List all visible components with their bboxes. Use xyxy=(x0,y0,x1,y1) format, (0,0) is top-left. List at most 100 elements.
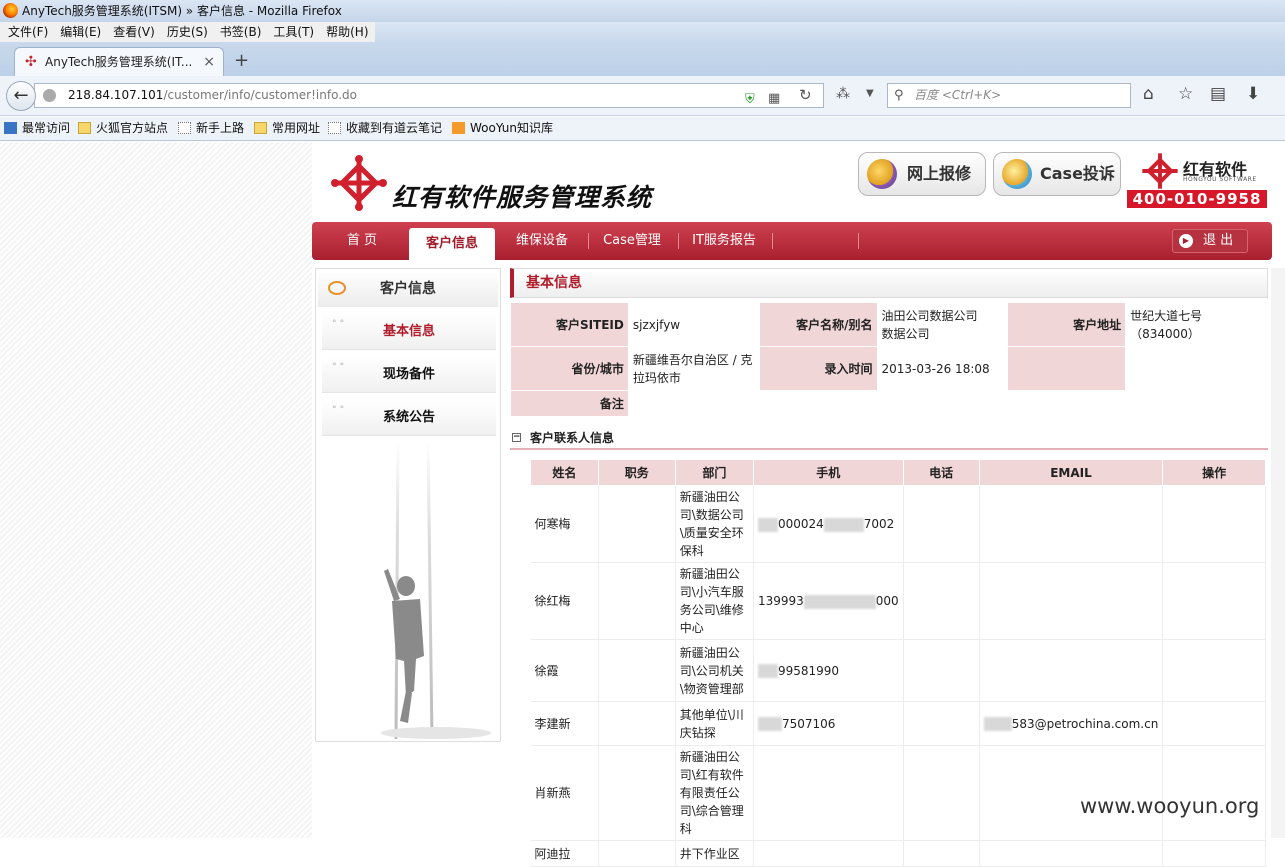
column-header-phone: 电话 xyxy=(902,459,980,486)
qr-code-icon[interactable]: ▦ xyxy=(768,87,780,110)
section-header-basic-info: 基本信息 xyxy=(510,268,1268,298)
brand-subtitle: HONGYOU SOFTWARE xyxy=(1183,176,1257,183)
province-city-label: 省份/城市 xyxy=(510,346,629,391)
url-path: /customer/info/customer!info.do xyxy=(163,88,357,102)
page-scrollbar[interactable] xyxy=(1271,268,1285,838)
bookmark-wooyun[interactable]: WooYun知识库 xyxy=(450,117,553,140)
menu-file[interactable]: 文件(F) xyxy=(2,22,54,42)
menu-bookmarks[interactable]: 书签(B) xyxy=(214,22,268,42)
online-repair-button[interactable]: 网上报修 xyxy=(858,152,986,196)
case-complaint-label: Case投诉 xyxy=(1040,164,1115,183)
mobile-suffix: 7002 xyxy=(863,517,895,531)
menu-view[interactable]: 查看(V) xyxy=(107,22,161,42)
contact-name: 何寒梅 xyxy=(530,485,599,563)
contact-department: 新疆油田公司\公司机关\物资管理部 xyxy=(675,639,754,702)
contact-email: 583@petrochina.com.cn xyxy=(979,701,1164,746)
empty-cell xyxy=(1007,346,1127,391)
search-icon: ⚲ xyxy=(894,88,904,103)
collapse-icon[interactable]: − xyxy=(512,433,521,442)
url-bar[interactable]: 218.84.107.101/customer/info/customer!in… xyxy=(34,83,824,108)
home-icon[interactable]: ⌂ xyxy=(1143,84,1154,104)
bookmark-youdao[interactable]: 收藏到有道云笔记 xyxy=(326,117,442,140)
sidebar: 客户信息 ° ° 基本信息 ° ° 现场备件 ° ° 系统公告 xyxy=(315,268,501,742)
content-area: 基本信息 客户SITEID sjzxjfyw 客户名称/别名 油田公司数据公司 … xyxy=(510,268,1269,867)
contact-phone xyxy=(903,485,980,563)
search-input[interactable]: ⚲ 百度 <Ctrl+K> xyxy=(887,83,1131,108)
nav-divider xyxy=(588,233,589,249)
shield-icon[interactable]: ⛨ xyxy=(745,88,755,111)
reload-icon[interactable]: ↻ xyxy=(799,84,812,107)
bookmark-most-visited[interactable]: 最常访问 xyxy=(2,117,70,140)
nav-customer-info[interactable]: 客户信息 xyxy=(409,228,495,260)
contact-phone xyxy=(903,701,980,746)
firefox-logo-icon xyxy=(3,3,18,18)
contact-phone xyxy=(903,639,980,702)
contact-actions xyxy=(1162,701,1266,746)
menu-edit[interactable]: 编辑(E) xyxy=(54,22,107,42)
folder-icon xyxy=(78,122,91,134)
contact-phone xyxy=(903,745,980,841)
main-navigation: 首 页 客户信息 维保设备 Case管理 IT服务报告 ▶ 退 出 xyxy=(312,222,1272,260)
column-header-mobile: 手机 xyxy=(752,459,904,486)
contact-email xyxy=(979,562,1164,640)
contact-title xyxy=(598,840,676,867)
sidebar-title: 客户信息 xyxy=(380,281,436,297)
customer-address-value: 世纪大道七号 （834000） xyxy=(1125,302,1268,347)
browser-tab[interactable]: ✣ AnyTech服务管理系统(IT... × xyxy=(14,47,224,76)
menu-tools[interactable]: 工具(T) xyxy=(267,22,320,42)
back-button[interactable]: ← xyxy=(6,81,36,111)
customer-name-value: 油田公司数据公司 数据公司 xyxy=(876,302,1009,347)
table-row: 李建新 其他单位\川庆钻探 7507106 583@petrochina.com… xyxy=(530,701,1266,746)
province-city-value: 新疆维吾尔自治区 / 克拉玛依市 xyxy=(627,346,760,391)
contact-phone xyxy=(903,840,980,867)
search-placeholder: 百度 <Ctrl+K> xyxy=(914,88,1002,102)
download-icon[interactable]: ⬇ xyxy=(1246,84,1260,104)
window-title: AnyTech服务管理系统(ITSM) » 客户信息 - Mozilla Fir… xyxy=(22,4,342,18)
page-icon xyxy=(178,122,191,134)
contact-department: 其他单位\川庆钻探 xyxy=(675,701,754,746)
nav-divider xyxy=(678,233,679,249)
bullet-icon: ° ° xyxy=(332,319,345,329)
hotline-number: 400-010-9958 xyxy=(1127,190,1267,208)
logout-icon: ▶ xyxy=(1179,234,1193,248)
menu-history[interactable]: 历史(S) xyxy=(161,22,214,42)
siteid-label: 客户SITEID xyxy=(510,302,629,347)
nav-it-service-report[interactable]: IT服务报告 xyxy=(686,222,762,260)
tab-bar: ✣ AnyTech服务管理系统(IT... × + xyxy=(0,42,1285,76)
nav-home[interactable]: 首 页 xyxy=(330,222,394,260)
case-complaint-button[interactable]: Case投诉 xyxy=(993,152,1121,196)
contact-name: 肖新燕 xyxy=(530,745,599,841)
new-tab-button[interactable]: + xyxy=(234,50,249,71)
logo-knot-icon xyxy=(331,155,387,211)
nav-maintenance-equipment[interactable]: 维保设备 xyxy=(507,222,577,260)
bookmark-label: 最常访问 xyxy=(22,121,71,135)
reading-list-icon[interactable]: ▤ xyxy=(1210,84,1226,104)
menu-help[interactable]: 帮助(H) xyxy=(320,22,374,42)
bookmark-getting-started[interactable]: 新手上路 xyxy=(176,117,244,140)
contact-actions xyxy=(1162,639,1266,702)
contact-name: 阿迪拉 xyxy=(530,840,599,867)
bookmark-firefox-site[interactable]: 火狐官方站点 xyxy=(76,117,168,140)
column-header-department: 部门 xyxy=(674,459,754,486)
customer-name-label: 客户名称/别名 xyxy=(758,302,878,347)
online-repair-label: 网上报修 xyxy=(907,164,972,183)
star-icon[interactable]: ☆ xyxy=(1178,84,1193,104)
contact-phone xyxy=(903,562,980,640)
logout-button[interactable]: ▶ 退 出 xyxy=(1172,229,1248,253)
mobile-text: 7507106 xyxy=(781,716,836,731)
sidebar-item-announcements[interactable]: ° ° 系统公告 xyxy=(322,400,496,436)
table-row: 徐红梅 新疆油田公司\小汽车服务公司\维修中心 139993 000 xyxy=(530,562,1266,640)
bookmark-label: 火狐官方站点 xyxy=(96,121,169,135)
contact-title xyxy=(598,485,676,563)
tab-close-icon[interactable]: × xyxy=(203,48,215,76)
sidebar-item-spare-parts[interactable]: ° ° 现场备件 xyxy=(322,357,496,393)
contact-department: 新疆油田公司\小汽车服务公司\维修中心 xyxy=(675,562,754,640)
redacted-blur xyxy=(983,717,1012,731)
bookmark-common-urls[interactable]: 常用网址 xyxy=(252,117,320,140)
sidebar-item-basic-info[interactable]: ° ° 基本信息 xyxy=(322,314,496,350)
extension-icon[interactable]: ⁂ xyxy=(836,86,850,102)
site-favicon-icon: ✣ xyxy=(25,54,37,70)
nav-case-management[interactable]: Case管理 xyxy=(596,222,668,260)
system-logo[interactable]: 红有软件服务管理系统 xyxy=(330,154,651,214)
chevron-down-icon[interactable]: ▼ xyxy=(866,88,874,99)
